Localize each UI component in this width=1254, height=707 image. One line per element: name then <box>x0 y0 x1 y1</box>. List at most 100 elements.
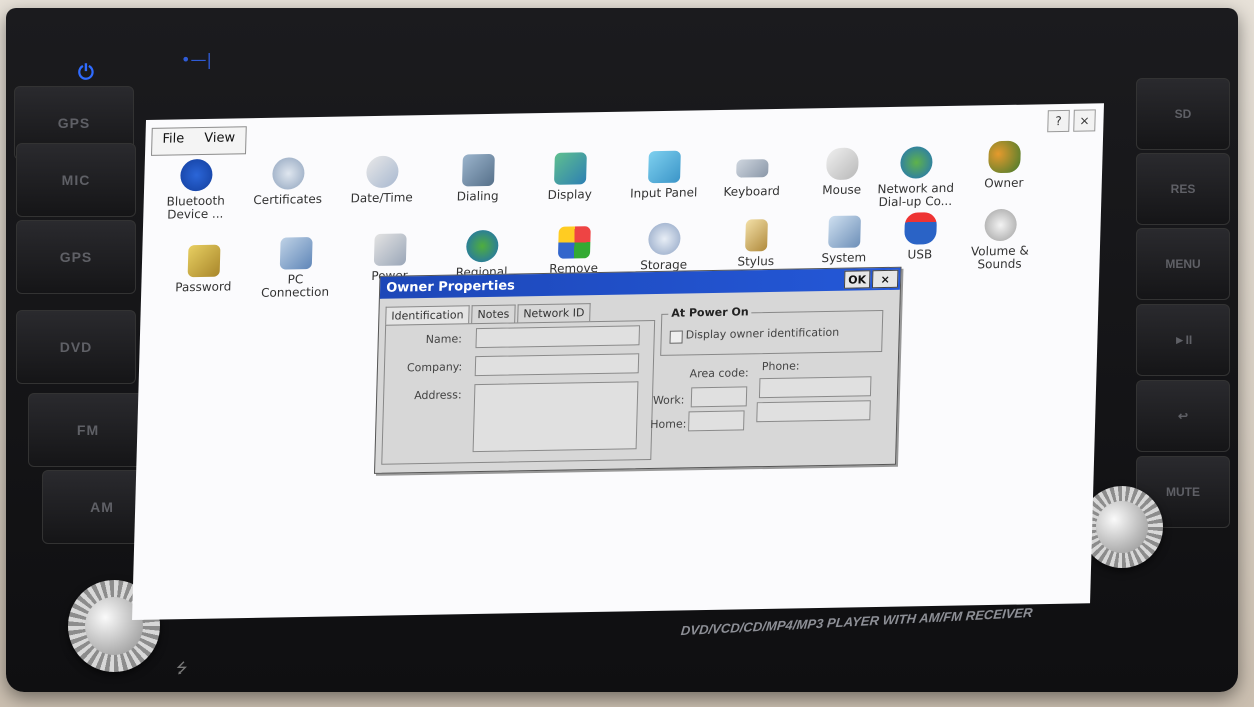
cp-item-stylus[interactable]: Stylus <box>714 219 799 269</box>
cp-label: Keyboard <box>723 183 781 199</box>
tab-notes[interactable]: Notes <box>471 304 516 324</box>
work-area-code-field[interactable] <box>690 386 748 408</box>
menu-bar: File View <box>150 126 247 156</box>
phone-label: Phone: <box>761 359 800 374</box>
home-label: Home: <box>650 417 687 432</box>
owner-properties-dialog: Owner Properties OK × Identification Not… <box>374 266 902 474</box>
work-label: Work: <box>652 393 685 408</box>
tab-network-id[interactable]: Network ID <box>517 303 591 323</box>
cp-label: Dialing <box>456 188 499 204</box>
cp-label: Volume & Sounds <box>970 243 1030 272</box>
tab-identification[interactable]: Identification <box>385 305 470 325</box>
dvd-button[interactable]: DVD <box>16 310 136 384</box>
fm-button[interactable]: FM <box>28 393 148 467</box>
screen: File View ? × Bluetooth Device ... Certi… <box>132 103 1104 620</box>
cp-label: PC Connection <box>260 272 330 300</box>
cp-label: USB <box>907 247 933 262</box>
cp-item-password[interactable]: Password <box>161 244 246 294</box>
name-label: Name: <box>425 332 463 347</box>
cp-label: Display <box>547 187 593 202</box>
address-field[interactable] <box>472 381 639 453</box>
network-globe-icon <box>899 146 933 179</box>
cp-label: Input Panel <box>629 185 698 201</box>
cp-item-network[interactable]: Network and Dial-up Co... <box>873 146 959 209</box>
dialog-title: Owner Properties <box>385 277 516 296</box>
help-button[interactable]: ? <box>1047 109 1070 133</box>
cp-label: Mouse <box>822 182 862 198</box>
tune-knob[interactable] <box>1081 486 1163 568</box>
power-settings-icon <box>373 233 407 266</box>
cp-item-certificates[interactable]: Certificates <box>246 157 331 207</box>
cp-item-owner[interactable]: Owner <box>962 140 1047 190</box>
cp-item-storage[interactable]: Storage <box>622 222 707 272</box>
cp-label: Bluetooth Device ... <box>166 193 226 222</box>
speaker-icon <box>984 208 1018 242</box>
usb-icon: ⭍ <box>176 661 188 677</box>
model-silkscreen: DVD/VCD/CD/MP4/MP3 PLAYER WITH AM/FM REC… <box>680 604 1034 639</box>
menu-file[interactable]: File <box>152 128 194 155</box>
stylus-icon <box>745 219 768 252</box>
pc-connection-icon <box>279 237 313 270</box>
keyboard-icon <box>736 159 769 178</box>
close-button[interactable]: × <box>1073 109 1096 132</box>
name-field[interactable] <box>475 325 641 349</box>
sd-button[interactable]: SD <box>1136 78 1230 150</box>
clock-icon <box>365 155 399 189</box>
work-phone-field[interactable] <box>758 376 872 399</box>
remove-programs-icon <box>557 226 591 259</box>
cp-item-dialing[interactable]: Dialing <box>436 153 521 204</box>
home-area-code-field[interactable] <box>688 410 745 432</box>
menu-button[interactable]: MENU <box>1136 228 1230 300</box>
address-label: Address: <box>413 388 462 403</box>
gps-button-2[interactable]: GPS <box>16 220 136 294</box>
mic-button[interactable]: MIC <box>16 143 136 217</box>
play-pause-button[interactable]: ►II <box>1136 304 1230 376</box>
at-power-on-group: At Power On Display owner identification <box>660 305 884 356</box>
cp-item-mouse[interactable]: Mouse <box>800 147 885 197</box>
menu-view[interactable]: View <box>194 127 246 154</box>
cp-label: Certificates <box>253 191 323 208</box>
back-button[interactable]: ↩ <box>1136 380 1230 452</box>
cp-item-keyboard[interactable]: Keyboard <box>710 149 795 199</box>
regional-globe-icon <box>465 229 499 263</box>
cp-item-display[interactable]: Display <box>528 152 613 202</box>
display-owner-checkbox[interactable] <box>669 330 683 344</box>
cp-label: Stylus <box>737 253 775 269</box>
cp-item-remove[interactable]: Remove <box>531 226 616 276</box>
dialog-close-button[interactable]: × <box>871 269 899 289</box>
cp-item-input-panel[interactable]: Input Panel <box>622 150 707 201</box>
ok-button[interactable]: OK <box>843 270 871 289</box>
certificate-icon <box>271 157 305 190</box>
cp-item-datetime[interactable]: Date/Time <box>340 155 425 205</box>
head-unit-bezel: ⏻ •—| GPS MIC GPS DVD FM AM SD RES MENU … <box>6 8 1238 692</box>
mouse-icon <box>825 147 859 181</box>
owner-icon <box>988 140 1021 174</box>
window-buttons: ? × <box>1047 109 1096 133</box>
cp-item-pc-connection[interactable]: PC Connection <box>253 237 339 300</box>
storage-icon <box>647 222 681 256</box>
company-label: Company: <box>406 360 463 375</box>
cp-label: Password <box>175 279 232 295</box>
cp-item-regional[interactable]: Regional <box>439 229 524 280</box>
cp-label: Date/Time <box>350 190 413 206</box>
identification-panel: Name: Company: Address: <box>381 320 656 465</box>
input-panel-icon <box>647 150 681 184</box>
home-phone-field[interactable] <box>756 400 871 423</box>
cp-label: Owner <box>984 175 1024 191</box>
bluetooth-icon <box>179 158 213 192</box>
cp-item-bluetooth[interactable]: Bluetooth Device ... <box>153 158 239 222</box>
power-icon[interactable]: ⏻ <box>78 60 94 84</box>
display-owner-label: Display owner identification <box>685 325 840 342</box>
phone-icon <box>461 153 495 187</box>
at-power-on-title: At Power On <box>668 305 752 320</box>
cp-item-system[interactable]: System <box>802 215 887 265</box>
company-field[interactable] <box>474 353 640 377</box>
cp-item-usb[interactable]: USB <box>878 212 963 262</box>
system-icon <box>828 215 861 249</box>
area-code-label: Area code: <box>689 366 749 381</box>
display-icon <box>553 152 587 185</box>
cp-item-volume[interactable]: Volume & Sounds <box>957 208 1043 271</box>
res-button[interactable]: RES <box>1136 153 1230 225</box>
ir-sensor-icon: •—| <box>181 50 212 69</box>
cp-label: Network and Dial-up Co... <box>877 180 955 210</box>
